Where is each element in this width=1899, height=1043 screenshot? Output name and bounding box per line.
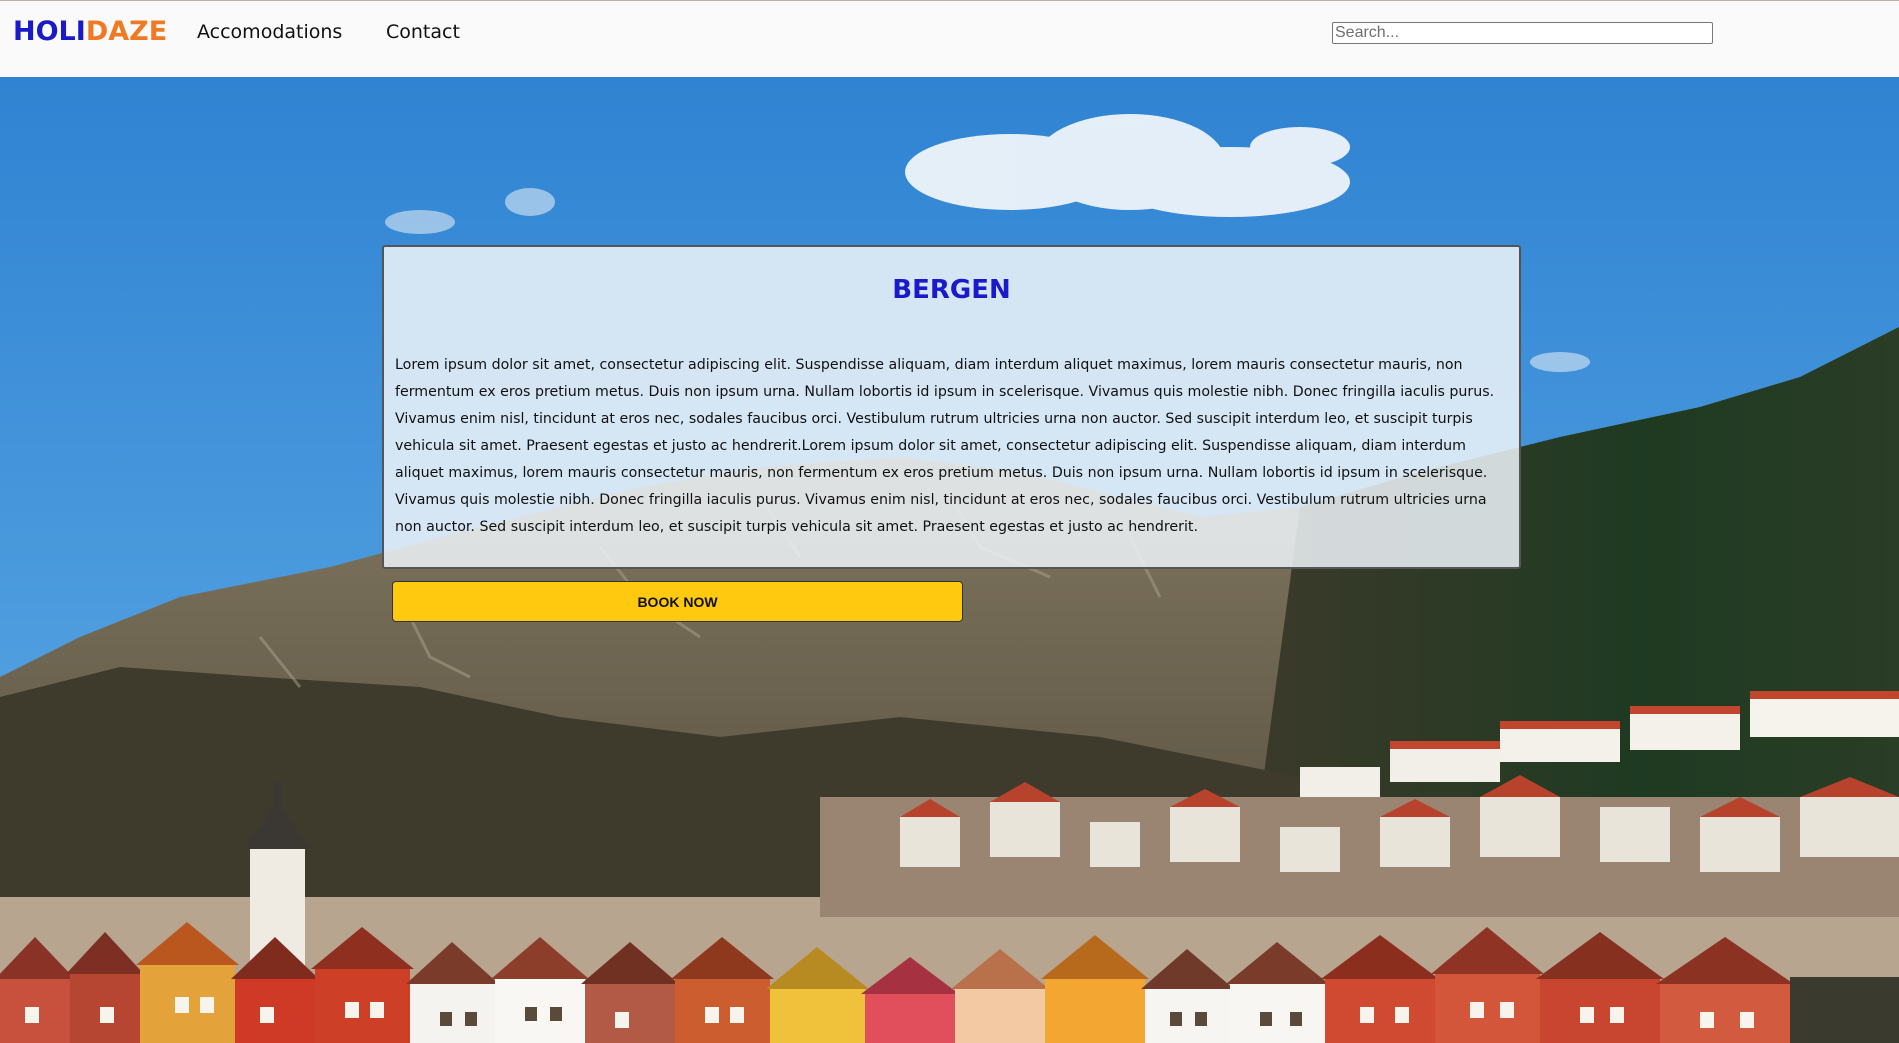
- nav-link-accomodations[interactable]: Accomodations: [197, 21, 342, 43]
- top-navbar: HOLIDAZE Accomodations Contact: [0, 0, 1899, 77]
- search-input[interactable]: [1332, 22, 1713, 44]
- nav-link-contact[interactable]: Contact: [386, 21, 460, 43]
- holidaze-logo[interactable]: HOLIDAZE: [13, 16, 167, 47]
- book-now-button[interactable]: BOOK NOW: [392, 581, 963, 622]
- logo-text-daze: DAZE: [85, 16, 168, 47]
- logo-text-holi: HOLI: [13, 16, 86, 47]
- destination-description: Lorem ipsum dolor sit amet, consectetur …: [395, 357, 1495, 535]
- destination-info-card: BERGEN Lorem ipsum dolor sit amet, conse…: [382, 245, 1521, 569]
- destination-title: BERGEN: [892, 275, 1011, 305]
